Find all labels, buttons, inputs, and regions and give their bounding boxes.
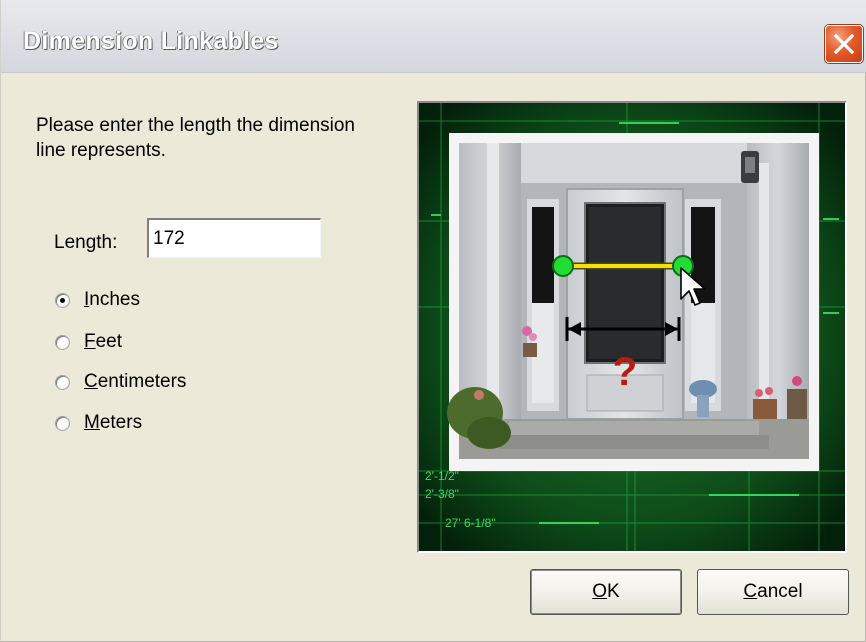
window-title: Dimension Linkables xyxy=(23,27,279,55)
radio-button-inches[interactable] xyxy=(55,292,70,308)
radio-feet[interactable]: Feet xyxy=(55,330,122,354)
length-input[interactable] xyxy=(147,218,321,258)
title-bar[interactable]: Dimension Linkables xyxy=(1,0,866,73)
question-mark: ? xyxy=(613,350,637,394)
radio-button-meters[interactable] xyxy=(55,415,70,431)
radio-label-centimeters: Centimeters xyxy=(84,371,187,392)
blueprint-label-2: 2'-3/8" xyxy=(425,487,459,501)
close-icon xyxy=(833,33,855,55)
instruction-text: Please enter the length the dimension li… xyxy=(36,115,355,161)
radio-meters[interactable]: Meters xyxy=(55,411,142,435)
radio-label-meters: Meters xyxy=(84,412,143,433)
radio-button-feet[interactable] xyxy=(55,334,70,350)
blueprint-door-illustration: 2'-1/2" 2'-3/8" 27' 6-1/8" ? xyxy=(419,103,845,551)
radio-label-inches: Inches xyxy=(84,289,140,310)
ok-button[interactable]: OK xyxy=(530,569,682,615)
radio-button-centimeters[interactable] xyxy=(55,374,70,390)
blueprint-label-3: 27' 6-1/8" xyxy=(445,516,496,530)
house-photo xyxy=(447,143,809,459)
dialog-window: Dimension Linkables Please enter the len… xyxy=(0,0,866,642)
dimension-start-marker xyxy=(552,255,574,277)
cancel-button[interactable]: Cancel xyxy=(697,569,849,615)
length-label: Length: xyxy=(54,232,118,253)
radio-centimeters[interactable]: Centimeters xyxy=(55,370,186,394)
radio-inches[interactable]: Inches xyxy=(55,288,140,312)
preview-illustration: 2'-1/2" 2'-3/8" 27' 6-1/8" ? xyxy=(417,101,847,553)
blueprint-label-1: 2'-1/2" xyxy=(425,469,459,483)
close-button[interactable] xyxy=(825,25,863,63)
radio-label-feet: Feet xyxy=(84,331,123,352)
